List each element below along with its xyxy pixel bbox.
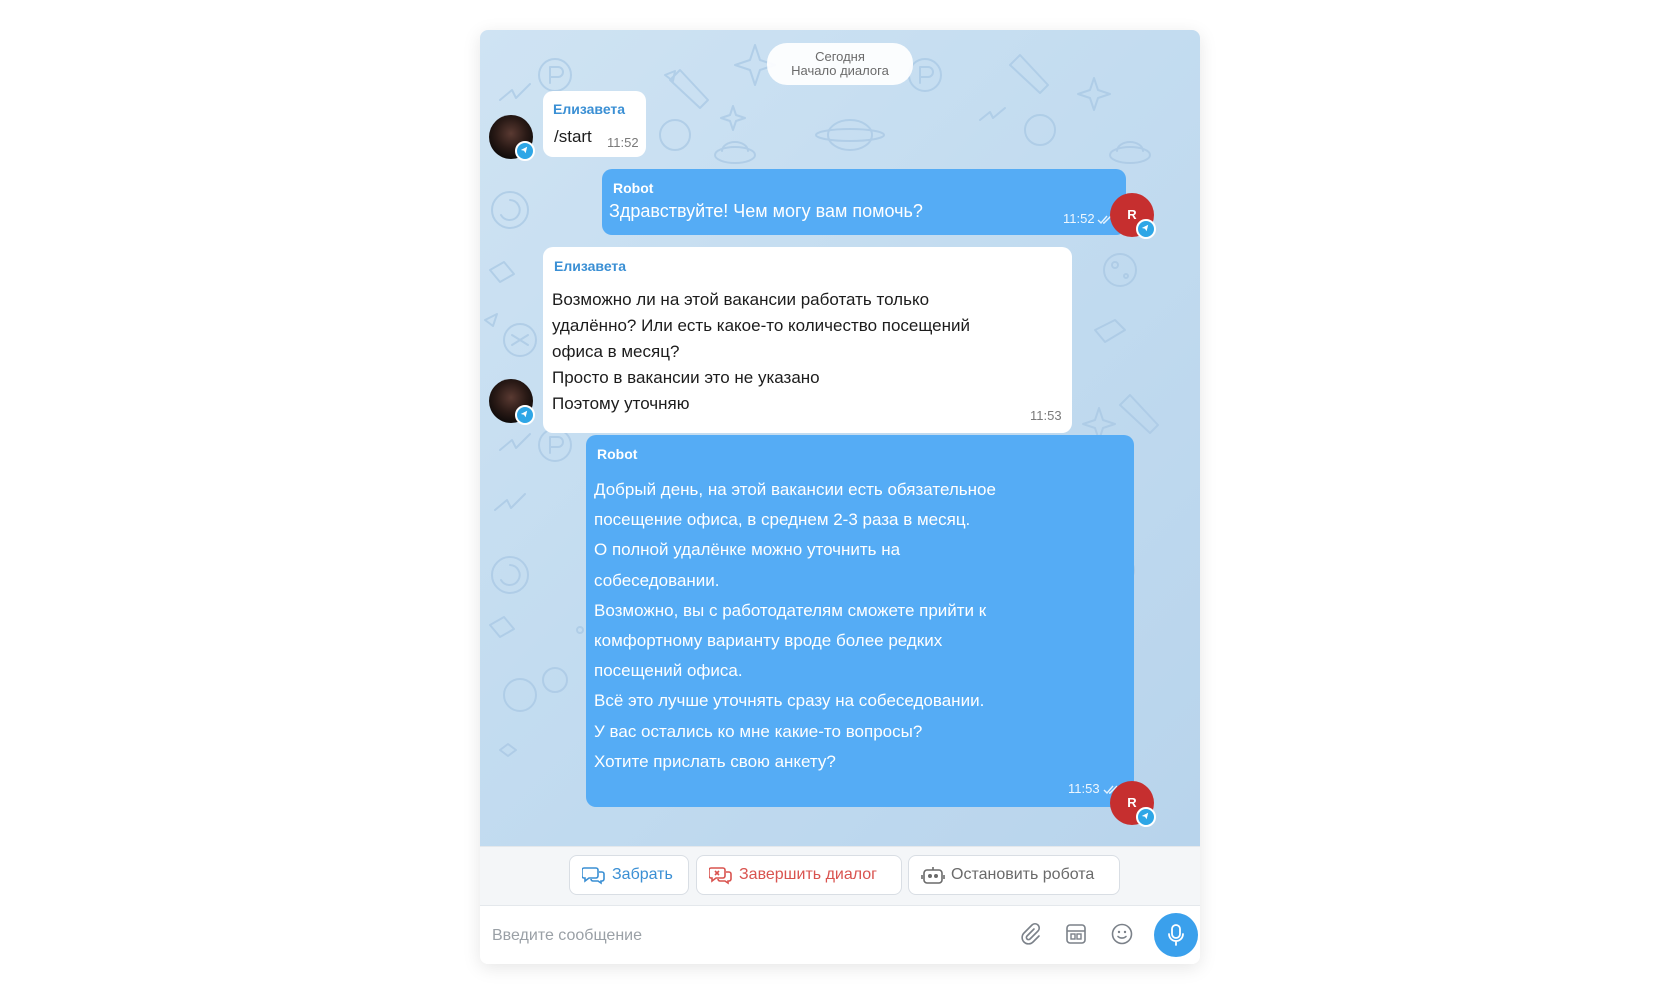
avatar-robot[interactable]: R <box>1110 781 1156 827</box>
end-dialog-button[interactable]: Завершить диалог <box>696 855 902 895</box>
avatar-user[interactable] <box>489 115 535 161</box>
message-sender: Robot <box>597 446 638 462</box>
message-time: 11:52 <box>1063 211 1095 226</box>
message-text: Добрый день, на этой вакансии есть обяза… <box>594 480 996 771</box>
take-dialog-button[interactable]: Забрать <box>569 855 689 895</box>
voice-message-button[interactable] <box>1154 913 1198 957</box>
telegram-icon <box>515 141 535 161</box>
paperclip-icon[interactable] <box>1018 922 1042 946</box>
telegram-icon <box>1136 807 1156 827</box>
dialog-action-bar: Забрать Завершить диалог Остановить робо… <box>480 846 1200 906</box>
end-dialog-label: Завершить диалог <box>739 866 877 883</box>
message-sender: Елизавета <box>554 258 627 274</box>
telegram-icon <box>1136 219 1156 239</box>
take-dialog-label: Забрать <box>612 866 673 883</box>
robot-icon <box>921 867 945 884</box>
emoji-icon[interactable] <box>1110 922 1134 946</box>
stop-robot-button[interactable]: Остановить робота <box>908 855 1120 895</box>
chat-close-icon <box>709 867 732 885</box>
message-time: 11:53 <box>1068 781 1100 796</box>
message-bubble[interactable]: Елизавета Возможно ли на этой вакансии р… <box>543 247 1072 433</box>
date-divider: Сегодня Начало диалога <box>767 43 913 85</box>
avatar-robot-letter: R <box>1127 795 1137 810</box>
template-icon[interactable] <box>1064 922 1088 946</box>
message-input[interactable] <box>490 918 974 954</box>
avatar-robot[interactable]: R <box>1110 193 1156 239</box>
message-text: Здравствуйте! Чем могу вам помочь? <box>609 201 923 221</box>
message-composer <box>480 906 1200 964</box>
chat-bubbles-icon <box>582 867 605 885</box>
message-bubble[interactable]: Robot Здравствуйте! Чем могу вам помочь?… <box>602 169 1126 235</box>
message-area[interactable]: Сегодня Начало диалога Елизавета /start … <box>480 30 1200 846</box>
message-text: Возможно ли на этой вакансии работать то… <box>552 290 970 413</box>
date-divider-day: Сегодня <box>815 49 865 64</box>
message-time: 11:52 <box>607 135 639 150</box>
message-sender: Robot <box>613 180 654 196</box>
message-text: /start <box>554 127 592 146</box>
message-time: 11:53 <box>1030 408 1062 423</box>
telegram-icon <box>515 405 535 425</box>
microphone-icon <box>1168 924 1184 946</box>
message-bubble[interactable]: Robot Добрый день, на этой вакансии есть… <box>586 435 1134 807</box>
avatar-robot-letter: R <box>1127 207 1137 222</box>
stop-robot-label: Остановить робота <box>951 866 1095 883</box>
message-sender: Елизавета <box>553 101 626 117</box>
chat-window: Сегодня Начало диалога Елизавета /start … <box>480 30 1200 964</box>
avatar-user[interactable] <box>489 379 535 425</box>
date-divider-caption: Начало диалога <box>791 63 889 78</box>
message-bubble[interactable]: Елизавета /start 11:52 <box>543 91 646 157</box>
